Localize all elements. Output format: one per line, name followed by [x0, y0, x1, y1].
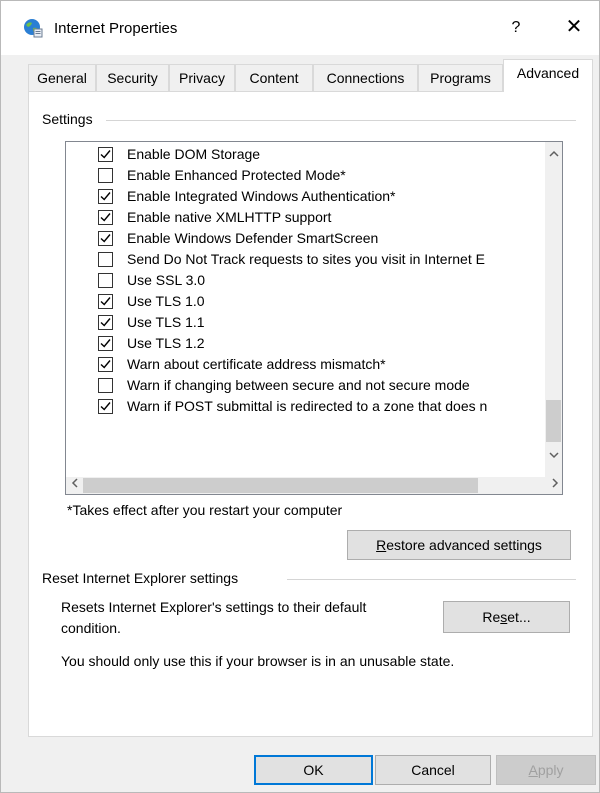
settings-list-item[interactable]: Use TLS 1.2: [66, 333, 546, 355]
checkbox-checked[interactable]: [98, 210, 113, 225]
settings-list-item[interactable]: Warn if changing between secure and not …: [66, 375, 546, 397]
settings-list-item[interactable]: Use TLS 1.0: [66, 291, 546, 313]
reset-group-divider: [287, 579, 576, 580]
horizontal-scroll-thumb[interactable]: [83, 478, 478, 493]
vertical-scrollbar[interactable]: [545, 142, 562, 477]
tab-strip: General Security Privacy Content Connect…: [1, 59, 599, 92]
checkbox-unchecked[interactable]: [98, 378, 113, 393]
checkbox-unchecked[interactable]: [98, 273, 113, 288]
horizontal-scrollbar[interactable]: [66, 477, 562, 494]
tab-general[interactable]: General: [28, 64, 96, 92]
setting-label: Warn if POST submittal is redirected to …: [127, 398, 488, 414]
tab-content[interactable]: Content: [235, 64, 313, 92]
setting-label: Enable DOM Storage: [127, 146, 261, 162]
setting-label: Enable Enhanced Protected Mode*: [127, 167, 346, 183]
setting-label: Use TLS 1.2: [127, 335, 205, 351]
internet-properties-dialog: Internet Properties ? ✕ General Security…: [0, 0, 600, 793]
scroll-up-icon[interactable]: [545, 146, 562, 163]
close-button[interactable]: ✕: [554, 9, 594, 47]
scroll-right-icon[interactable]: [547, 477, 562, 494]
settings-list-item[interactable]: Enable native XMLHTTP support: [66, 207, 546, 229]
ok-button[interactable]: OK: [254, 755, 373, 785]
restart-note: *Takes effect after you restart your com…: [67, 502, 343, 518]
tab-privacy[interactable]: Privacy: [169, 64, 235, 92]
settings-list-item[interactable]: Warn if POST submittal is redirected to …: [66, 396, 546, 418]
internet-globe-icon: [23, 18, 43, 38]
reset-button[interactable]: Reset...: [443, 601, 570, 633]
checkbox-checked[interactable]: [98, 315, 113, 330]
settings-list-item[interactable]: Use SSL 3.0: [66, 270, 546, 292]
scroll-left-icon[interactable]: [66, 477, 83, 494]
setting-label: Use TLS 1.1: [127, 314, 205, 330]
settings-listbox[interactable]: Enable DOM Storage Enable Enhanced Protec…: [65, 141, 563, 495]
reset-group-label: Reset Internet Explorer settings: [38, 570, 243, 586]
reset-description-line1: Resets Internet Explorer's settings to t…: [61, 599, 367, 615]
window-title: Internet Properties: [54, 20, 178, 37]
checkbox-unchecked[interactable]: [98, 252, 113, 267]
setting-label: Warn about certificate address mismatch*: [127, 356, 386, 372]
reset-description-line2: condition.: [61, 620, 121, 636]
setting-label: Warn if changing between secure and not …: [127, 377, 470, 393]
tab-advanced[interactable]: Advanced: [503, 59, 593, 92]
settings-group-divider: [106, 120, 576, 121]
settings-list-item[interactable]: Enable DOM Storage: [66, 144, 546, 166]
vertical-scroll-thumb[interactable]: [546, 400, 561, 442]
setting-label: Send Do Not Track requests to sites you …: [127, 251, 485, 267]
settings-list-item[interactable]: Warn about certificate address mismatch*: [66, 354, 546, 376]
restore-advanced-settings-button[interactable]: Restore advanced settings: [347, 530, 571, 560]
scroll-down-icon[interactable]: [545, 448, 562, 465]
settings-list-item[interactable]: Use TLS 1.1: [66, 312, 546, 334]
setting-label: Enable native XMLHTTP support: [127, 209, 332, 225]
checkbox-unchecked[interactable]: [98, 168, 113, 183]
settings-list-item[interactable]: Enable Enhanced Protected Mode*: [66, 165, 546, 187]
settings-list-item[interactable]: Enable Windows Defender SmartScreen: [66, 228, 546, 250]
help-button[interactable]: ?: [496, 9, 536, 47]
title-bar: Internet Properties ? ✕: [1, 1, 599, 55]
apply-button[interactable]: Apply: [496, 755, 596, 785]
checkbox-checked[interactable]: [98, 357, 113, 372]
checkbox-checked[interactable]: [98, 294, 113, 309]
cancel-button[interactable]: Cancel: [375, 755, 491, 785]
checkbox-checked[interactable]: [98, 336, 113, 351]
setting-label: Use SSL 3.0: [127, 272, 206, 288]
settings-list-item[interactable]: Send Do Not Track requests to sites you …: [66, 249, 546, 271]
checkbox-checked[interactable]: [98, 231, 113, 246]
checkbox-checked[interactable]: [98, 147, 113, 162]
checkbox-checked[interactable]: [98, 189, 113, 204]
settings-group-label: Settings: [38, 111, 97, 127]
setting-label: Enable Integrated Windows Authentication…: [127, 188, 396, 204]
tab-programs[interactable]: Programs: [418, 64, 503, 92]
tab-security[interactable]: Security: [96, 64, 169, 92]
reset-warning: You should only use this if your browser…: [61, 653, 455, 669]
setting-label: Use TLS 1.0: [127, 293, 205, 309]
tab-connections[interactable]: Connections: [313, 64, 418, 92]
checkbox-checked[interactable]: [98, 399, 113, 414]
settings-list-item[interactable]: Enable Integrated Windows Authentication…: [66, 186, 546, 208]
setting-label: Enable Windows Defender SmartScreen: [127, 230, 379, 246]
